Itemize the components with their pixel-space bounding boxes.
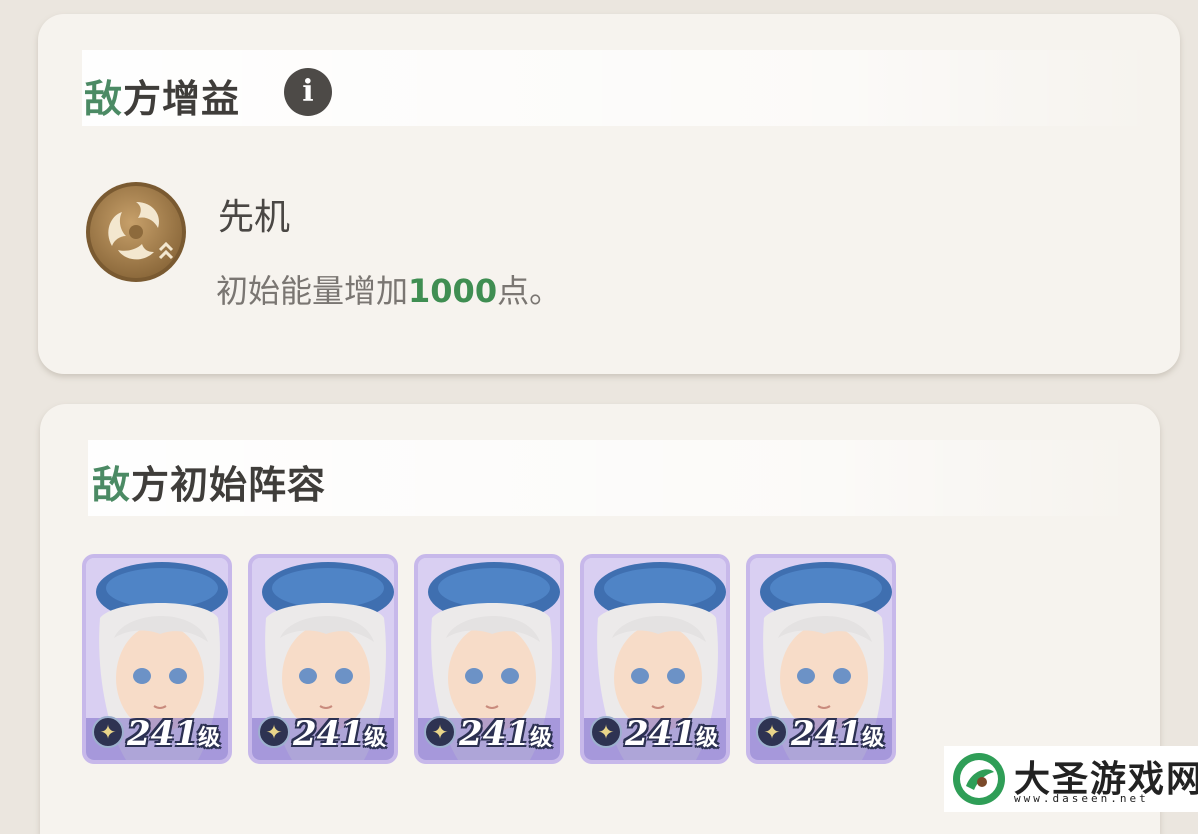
star-icon: ✦ xyxy=(590,716,622,748)
hero-card[interactable]: ✦ 241级 xyxy=(414,554,564,764)
site-logo-icon xyxy=(952,752,1006,806)
buff-description: 初始能量增加1000点。 xyxy=(216,272,562,310)
hero-level: 241级 xyxy=(127,714,220,754)
site-watermark: 大圣游戏网 www.daseen.net xyxy=(944,746,1198,812)
hero-level: 241级 xyxy=(293,714,386,754)
star-icon: ✦ xyxy=(424,716,456,748)
enemy-buff-title: 敌方增益 xyxy=(84,77,241,121)
hero-card[interactable]: ✦ 241级 xyxy=(580,554,730,764)
watermark-url: www.daseen.net xyxy=(1014,792,1149,805)
wind-swirl-speed-icon xyxy=(84,180,188,284)
info-icon[interactable]: i xyxy=(284,68,332,116)
hero-level: 241级 xyxy=(625,714,718,754)
hero-level: 241级 xyxy=(791,714,884,754)
hero-card[interactable]: ✦ 241级 xyxy=(248,554,398,764)
star-icon: ✦ xyxy=(756,716,788,748)
hero-card[interactable]: ✦ 241级 xyxy=(82,554,232,764)
hero-level: 241级 xyxy=(459,714,552,754)
title-band xyxy=(82,50,1160,126)
star-icon: ✦ xyxy=(258,716,290,748)
enemy-lineup-title: 敌方初始阵容 xyxy=(92,463,327,507)
star-icon: ✦ xyxy=(92,716,124,748)
enemy-buff-panel: 敌方增益 i 先机 初始能量增加1000点。 xyxy=(38,14,1180,374)
hero-card[interactable]: ✦ 241级 xyxy=(746,554,896,764)
buff-name: 先机 xyxy=(218,197,291,238)
